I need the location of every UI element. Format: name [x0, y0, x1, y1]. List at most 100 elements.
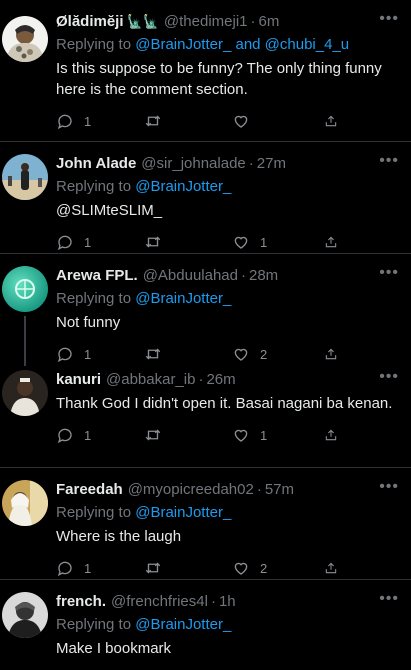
tweet-header: kanuri @abbakar_ib · 26m [56, 370, 401, 390]
reply-count: 1 [84, 346, 92, 362]
like-button[interactable]: 1 [232, 233, 320, 251]
replying-to-label: Replying to [56, 290, 132, 307]
separator-dot: · [241, 267, 246, 284]
retweet-button[interactable] [144, 233, 232, 251]
like-button[interactable]: 1 [232, 426, 320, 444]
separator-dot: · [248, 155, 254, 172]
handle[interactable]: @thedimeji1 [164, 12, 248, 32]
handle[interactable]: @Abduulahad [143, 266, 238, 286]
display-name[interactable]: Arewa FPL. [56, 266, 138, 286]
handle[interactable]: @myopicreedah02 [128, 480, 254, 500]
avatar[interactable] [2, 480, 48, 526]
timestamp[interactable]: 27m [257, 154, 286, 174]
tweet-item[interactable]: ••• Ølădimĕji 🗽🗽 @thedimeji1 · 6m Replyi… [0, 0, 411, 142]
tweet-item[interactable]: ••• Fareedah @myopicreedah02 · 57m Reply… [0, 468, 411, 580]
retweet-button[interactable] [144, 426, 232, 444]
display-name[interactable]: Ølădimĕji [56, 12, 124, 32]
replying-to-line: Replying to @BrainJotter_ [56, 614, 401, 635]
tweet-text: Not funny [56, 314, 121, 331]
reply-button[interactable]: 1 [56, 559, 144, 577]
share-upload-icon [325, 562, 337, 574]
avatar[interactable] [2, 266, 48, 312]
share-button[interactable] [324, 345, 348, 363]
retweet-arrows-icon [145, 236, 161, 248]
display-name[interactable]: Fareedah [56, 480, 123, 500]
retweet-button[interactable] [144, 112, 232, 130]
replying-to-label: Replying to [56, 178, 132, 195]
heart-outline-icon [234, 429, 248, 442]
tweet-header: Arewa FPL. @Abduulahad · 28m [56, 266, 401, 286]
more-options-button[interactable]: ••• [379, 368, 399, 386]
heart-outline-icon [234, 115, 248, 128]
tweet-item[interactable]: ••• french. @frenchfries4l · 1h Replying… [0, 580, 411, 670]
more-options-button[interactable]: ••• [379, 478, 399, 496]
heart-outline-icon [234, 562, 248, 575]
tweet-item[interactable]: ••• John Alade @sir_johnalade · 27m Repl… [0, 142, 411, 254]
thread-connector-line [24, 316, 26, 366]
share-button[interactable] [324, 426, 348, 444]
like-button[interactable]: 2 [232, 559, 320, 577]
more-options-button[interactable]: ••• [379, 152, 399, 170]
more-options-button[interactable]: ••• [379, 264, 399, 282]
timestamp[interactable]: 6m [259, 12, 280, 32]
statue-of-liberty-emoji: 🗽🗽 [126, 14, 159, 29]
like-count: 1 [260, 427, 268, 443]
speech-bubble-icon [57, 347, 72, 363]
handle[interactable]: @frenchfries4l [111, 592, 208, 612]
retweet-arrows-icon [145, 562, 161, 574]
share-button[interactable] [324, 559, 348, 577]
handle[interactable]: @abbakar_ib [106, 370, 195, 390]
like-count: 2 [260, 346, 268, 362]
avatar[interactable] [2, 370, 48, 416]
replying-to-mentions[interactable]: @BrainJotter_ [135, 616, 231, 633]
reply-count: 1 [84, 427, 92, 443]
reply-button[interactable]: 1 [56, 112, 144, 130]
avatar[interactable] [2, 592, 48, 638]
timestamp[interactable]: 26m [206, 370, 235, 390]
timestamp[interactable]: 28m [249, 266, 278, 286]
tweet-text: Thank God I didn't open it. Basai nagani… [56, 395, 393, 412]
timestamp[interactable]: 1h [219, 592, 236, 612]
replying-to-line: Replying to @BrainJotter_ [56, 176, 401, 197]
replying-to-mentions[interactable]: @BrainJotter_ [135, 178, 231, 195]
separator-dot: · [198, 371, 204, 388]
replying-to-line: Replying to @BrainJotter_ [56, 502, 401, 523]
tweet-text[interactable]: @SLIMteSLIM_ [56, 200, 401, 221]
avatar[interactable] [2, 16, 48, 62]
tweet-item[interactable]: ••• Arewa FPL. @Abduulahad · 28m Replyin… [0, 254, 411, 366]
tweet-item[interactable]: ••• kanuri @abbakar_ib · 26m Thank God I… [0, 366, 411, 468]
share-upload-icon [325, 115, 337, 127]
retweet-button[interactable] [144, 345, 232, 363]
share-button[interactable] [324, 233, 348, 251]
like-button[interactable]: 2 [232, 345, 320, 363]
replying-to-mentions[interactable]: @BrainJotter_ [135, 290, 231, 307]
like-button[interactable] [232, 112, 320, 130]
replying-to-line: Replying to @BrainJotter_ and @chubi_4_u [56, 34, 401, 55]
handle[interactable]: @sir_johnalade [141, 154, 245, 174]
replying-to-mentions[interactable]: @BrainJotter_ and @chubi_4_u [135, 36, 349, 53]
timestamp[interactable]: 57m [265, 480, 294, 500]
retweet-button[interactable] [144, 559, 232, 577]
reply-thread-feed[interactable]: ••• Ølădimĕji 🗽🗽 @thedimeji1 · 6m Replyi… [0, 0, 411, 670]
tweet-header: french. @frenchfries4l · 1h [56, 592, 401, 612]
speech-bubble-icon [57, 114, 72, 130]
more-options-button[interactable]: ••• [379, 590, 399, 608]
separator-dot: · [256, 481, 262, 498]
replying-to-mentions[interactable]: @BrainJotter_ [135, 504, 231, 521]
more-options-button[interactable]: ••• [379, 10, 399, 28]
speech-bubble-icon [57, 561, 72, 577]
reply-button[interactable]: 1 [56, 426, 144, 444]
action-bar: 1 1 [56, 418, 401, 452]
replying-to-line: Replying to @BrainJotter_ [56, 288, 401, 309]
display-name[interactable]: kanuri [56, 370, 101, 390]
separator-dot: · [210, 593, 216, 610]
avatar[interactable] [2, 154, 48, 200]
display-name[interactable]: french. [56, 592, 106, 612]
heart-outline-icon [234, 348, 248, 361]
share-button[interactable] [324, 112, 348, 130]
reply-button[interactable]: 1 [56, 233, 144, 251]
tweet-text: Is this suppose to be funny? The only th… [56, 60, 382, 98]
display-name[interactable]: John Alade [56, 154, 136, 174]
reply-button[interactable]: 1 [56, 345, 144, 363]
speech-bubble-icon [57, 235, 72, 251]
